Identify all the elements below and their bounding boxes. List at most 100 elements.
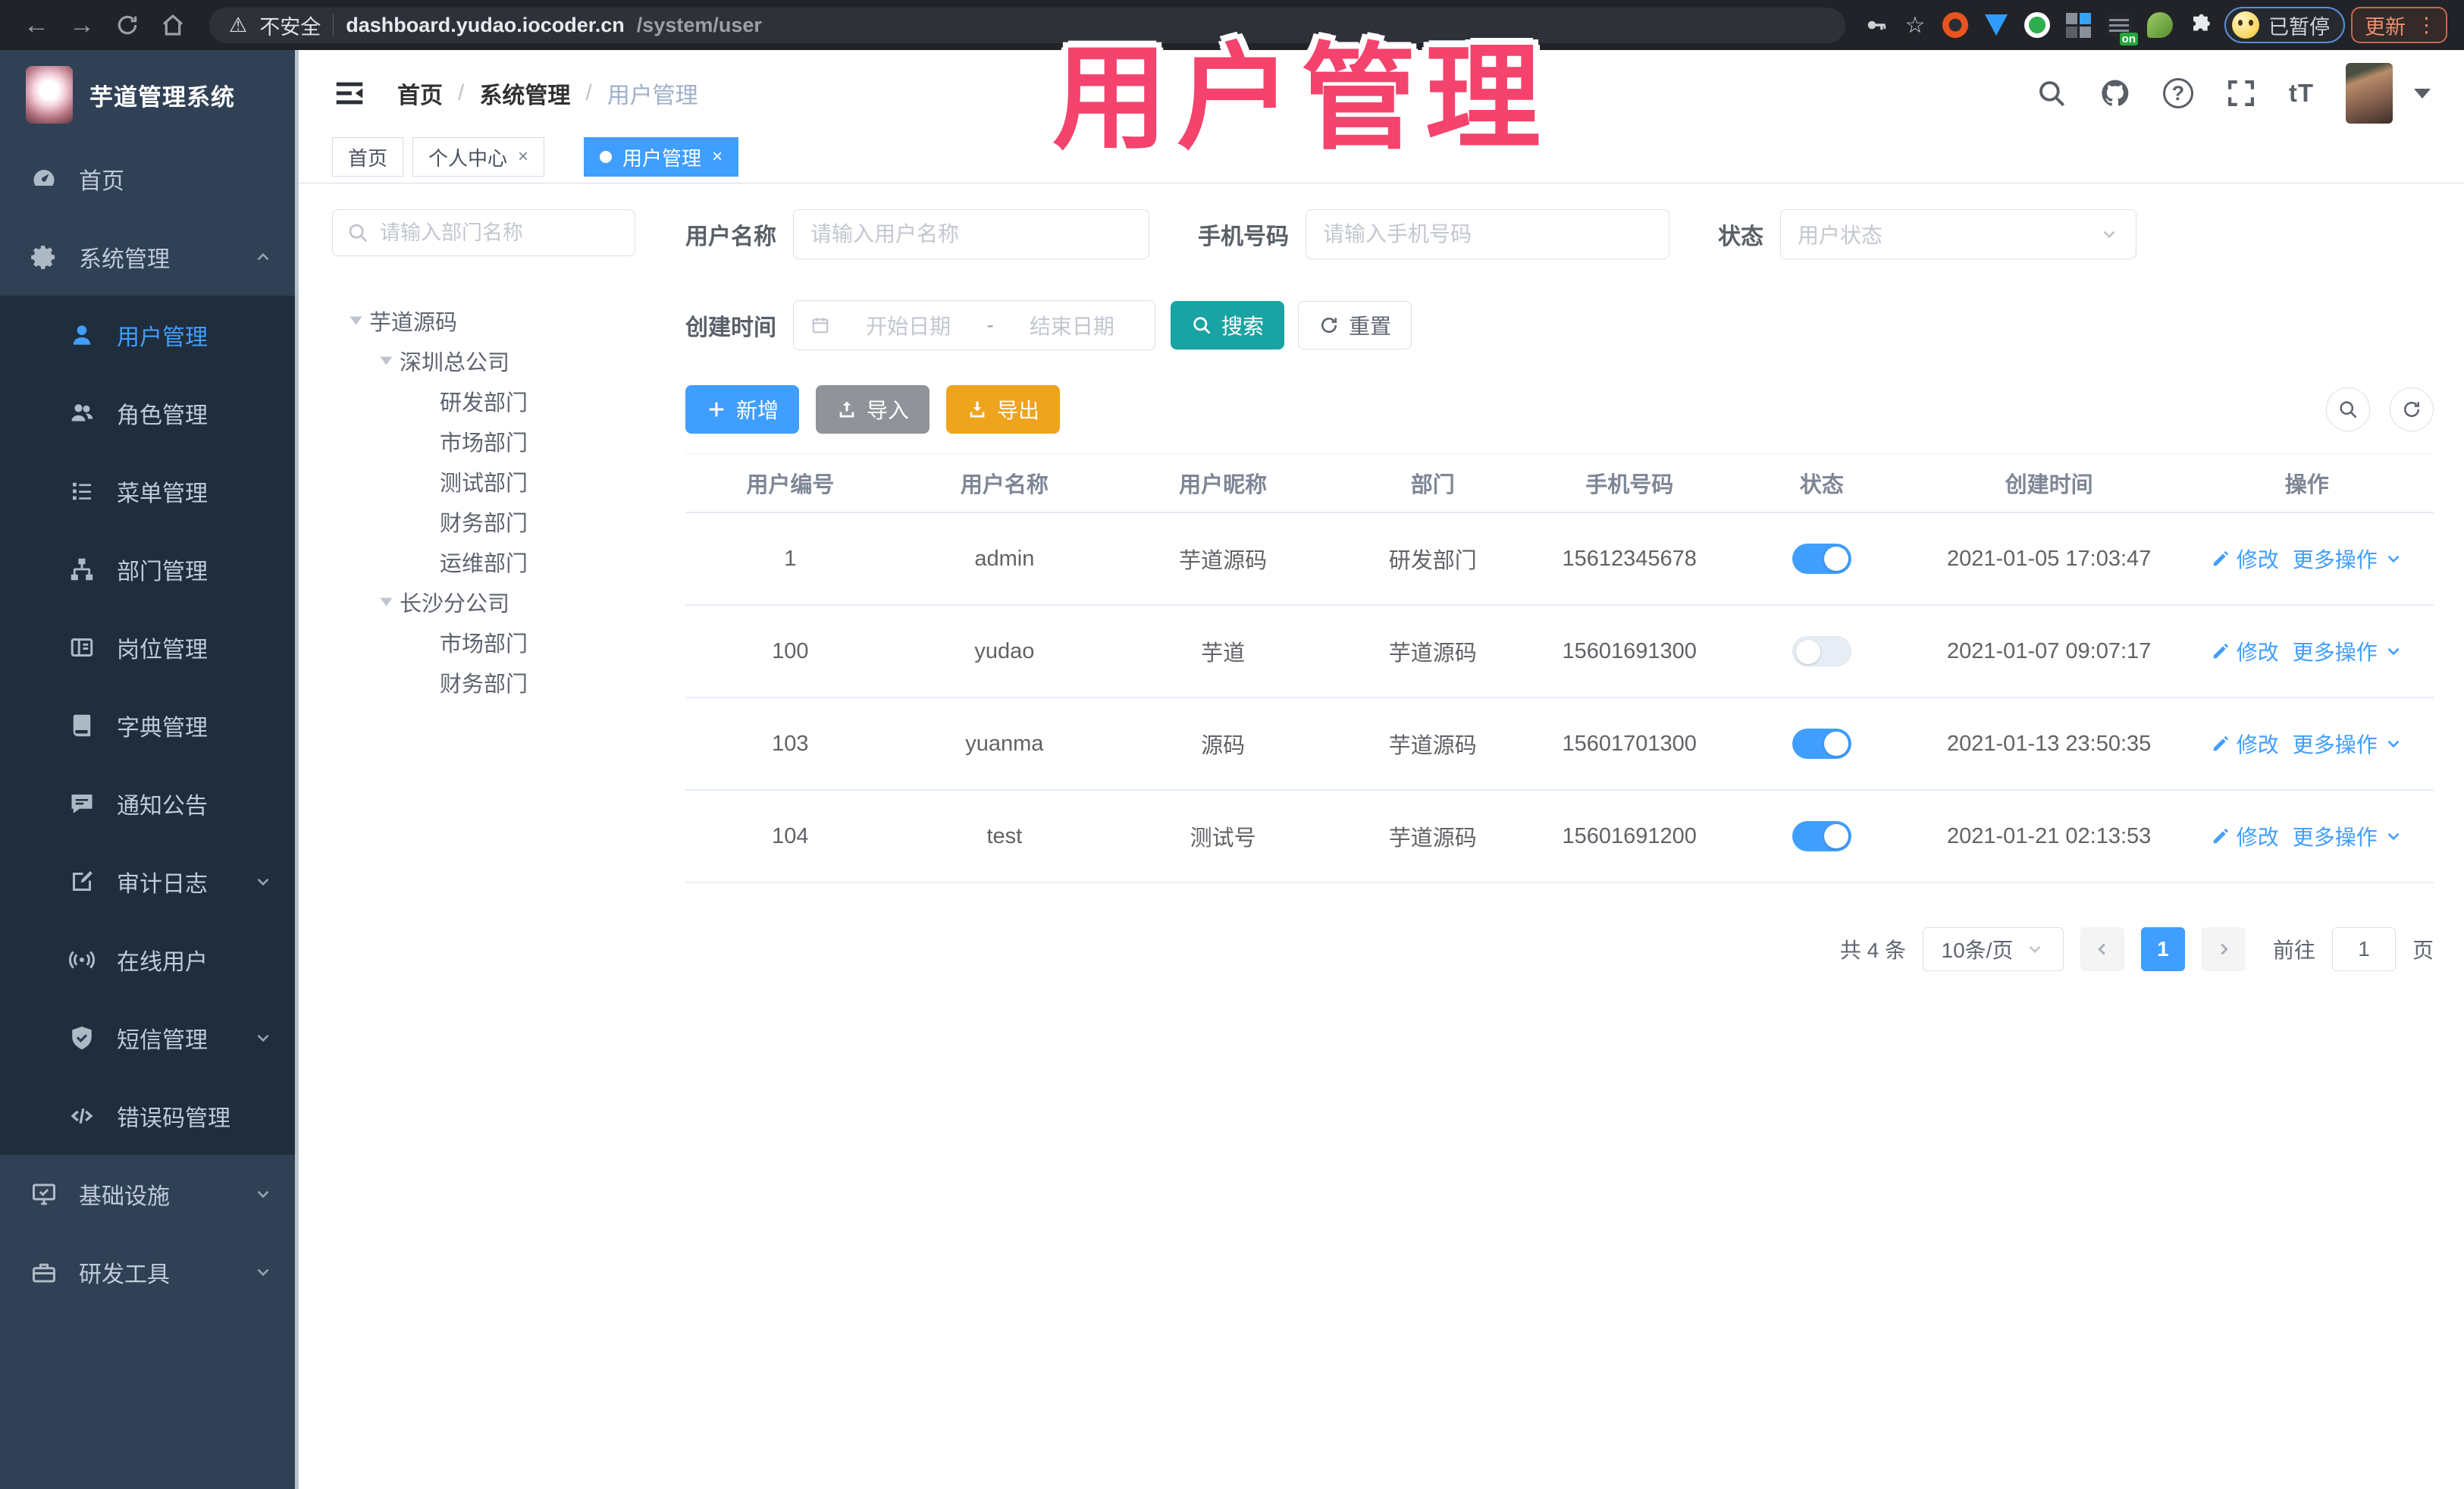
extension-yudao-icon[interactable] [2020, 8, 2055, 42]
sidebar-item-dict-mgmt[interactable]: 字典管理 [0, 686, 299, 764]
add-button[interactable]: 新增 [685, 385, 800, 434]
refresh-table-button[interactable] [2390, 387, 2434, 431]
browser-update-button[interactable]: 更新 ⋮ [2351, 7, 2447, 43]
tab-user-mgmt[interactable]: 用户管理 × [584, 137, 739, 177]
extension-drop-icon[interactable] [1979, 8, 2014, 42]
sidebar-item-devtools[interactable]: 研发工具 [0, 1233, 299, 1311]
search-icon [1193, 317, 1211, 334]
tree-node[interactable]: 深圳总公司 [332, 340, 675, 381]
table-row: 100 yudao 芋道 芋道源码 15601691300 2021-01-07… [685, 606, 2434, 698]
more-actions-link[interactable]: 更多操作 [2293, 821, 2403, 851]
browser-reload-icon[interactable] [108, 5, 147, 45]
sidebar-item-menu-mgmt[interactable]: 菜单管理 [0, 452, 299, 530]
edit-link[interactable]: 修改 [2211, 544, 2279, 574]
row-actions: 修改 更多操作 [2211, 544, 2403, 574]
upload-icon [839, 401, 854, 418]
sidebar-logo-row[interactable]: 芋道管理系统 [0, 50, 299, 139]
more-actions-link[interactable]: 更多操作 [2293, 544, 2403, 574]
sidebar-item-online-users[interactable]: 在线用户 [0, 920, 299, 998]
sidebar-item-label: 研发工具 [79, 1262, 170, 1287]
tab-home[interactable]: 首页 [332, 137, 404, 177]
tab-close-icon[interactable]: × [518, 146, 528, 168]
cell-created: 2021-01-05 17:03:47 [1947, 546, 2152, 571]
tree-node[interactable]: 长沙分公司 [332, 581, 675, 622]
search-button[interactable]: 搜索 [1171, 301, 1285, 350]
breadcrumb-system[interactable]: 系统管理 [479, 77, 570, 110]
mobile-input[interactable] [1323, 222, 1652, 246]
sidebar-item-user-mgmt[interactable]: 用户管理 [0, 296, 299, 374]
tree-node[interactable]: 芋道源码 [332, 300, 675, 340]
tab-profile[interactable]: 个人中心 × [412, 137, 545, 177]
browser-home-icon[interactable] [153, 5, 193, 45]
sidebar-item-post-mgmt[interactable]: 岗位管理 [0, 608, 299, 686]
tab-close-icon[interactable]: × [712, 146, 723, 168]
sidebar-item-sms-mgmt[interactable]: 短信管理 [0, 998, 299, 1077]
browser-forward-icon[interactable]: → [62, 5, 102, 45]
search-icon[interactable] [2036, 77, 2067, 109]
url-path: /system/user [636, 13, 762, 36]
status-toggle[interactable] [1792, 729, 1851, 759]
github-icon[interactable] [2099, 77, 2131, 109]
question-glyph: ? [2171, 81, 2185, 105]
fullscreen-icon[interactable] [2225, 77, 2257, 109]
username-input[interactable] [810, 222, 1132, 246]
tree-node[interactable]: 财务部门 [332, 501, 675, 541]
browser-back-icon[interactable]: ← [17, 5, 56, 45]
more-actions-link[interactable]: 更多操作 [2293, 729, 2403, 759]
bookmark-star-icon[interactable]: ☆ [1898, 8, 1932, 42]
next-page-button[interactable] [2201, 927, 2246, 971]
password-key-icon[interactable] [1859, 8, 1892, 42]
reset-button[interactable]: 重置 [1298, 301, 1412, 350]
goto-page-input[interactable] [2331, 927, 2396, 971]
extension-ubuntu-icon[interactable] [1938, 8, 1973, 42]
page-number-button[interactable]: 1 [2140, 927, 2185, 971]
status-toggle[interactable] [1792, 544, 1851, 574]
browser-menu-dots-icon[interactable]: ⋮ [2416, 14, 2437, 37]
extension-leaf-icon[interactable] [2143, 8, 2177, 42]
sidebar-item-notice[interactable]: 通知公告 [0, 764, 299, 842]
status-toggle[interactable] [1792, 821, 1851, 851]
chevron-down-icon [2030, 945, 2041, 954]
extensions-puzzle-icon[interactable] [2183, 8, 2218, 42]
breadcrumb-home[interactable]: 首页 [397, 77, 443, 110]
profile-paused-badge[interactable]: 已暂停 [2224, 7, 2345, 43]
sidebar-item-dept-mgmt[interactable]: 部门管理 [0, 530, 299, 608]
sidebar-item-system[interactable]: 系统管理 [0, 218, 299, 296]
tree-node[interactable]: 市场部门 [332, 421, 675, 461]
tree-node[interactable]: 研发部门 [332, 381, 675, 421]
status-toggle[interactable] [1792, 636, 1851, 666]
edit-link[interactable]: 修改 [2211, 636, 2279, 666]
department-search-input[interactable] [380, 221, 621, 245]
font-size-icon[interactable]: tT [2289, 79, 2314, 108]
caret-down-icon[interactable] [380, 356, 393, 365]
sidebar-item-error-code[interactable]: 错误码管理 [0, 1077, 299, 1155]
help-icon[interactable]: ? [2162, 78, 2193, 108]
avatar-caret-icon[interactable] [2414, 88, 2431, 99]
address-bar[interactable]: ⚠ 不安全 dashboard.yudao.iocoder.cn/system/… [209, 7, 1845, 43]
sidebar-item-role-mgmt[interactable]: 角色管理 [0, 374, 299, 452]
edit-label: 修改 [2236, 826, 2279, 849]
extension-grid-icon[interactable] [2061, 8, 2096, 42]
export-button[interactable]: 导出 [946, 385, 1061, 434]
sidebar-item-infra[interactable]: 基础设施 [0, 1155, 299, 1233]
tree-node[interactable]: 运维部门 [332, 541, 675, 581]
status-select[interactable]: 用户状态 [1780, 209, 2136, 259]
show-search-button[interactable] [2326, 387, 2370, 431]
page-size-select[interactable]: 10条/页 [1922, 927, 2064, 971]
extension-list-on-icon[interactable]: on [2102, 8, 2138, 45]
caret-down-icon[interactable] [380, 597, 393, 606]
import-button[interactable]: 导入 [816, 385, 930, 434]
date-range-picker[interactable]: 开始日期 - 结束日期 [793, 300, 1155, 350]
edit-link[interactable]: 修改 [2211, 729, 2279, 759]
caret-down-icon[interactable] [350, 316, 362, 324]
sidebar-item-audit-log[interactable]: 审计日志 [0, 842, 299, 920]
tree-node[interactable]: 财务部门 [332, 662, 675, 702]
tree-node[interactable]: 测试部门 [332, 461, 675, 501]
user-avatar[interactable] [2346, 63, 2393, 124]
prev-page-button[interactable] [2080, 927, 2124, 971]
tree-node[interactable]: 市场部门 [332, 622, 675, 662]
edit-link[interactable]: 修改 [2211, 821, 2279, 851]
sidebar-collapse-icon[interactable] [332, 76, 367, 111]
sidebar-item-home[interactable]: 首页 [0, 139, 299, 218]
more-actions-link[interactable]: 更多操作 [2293, 636, 2403, 666]
